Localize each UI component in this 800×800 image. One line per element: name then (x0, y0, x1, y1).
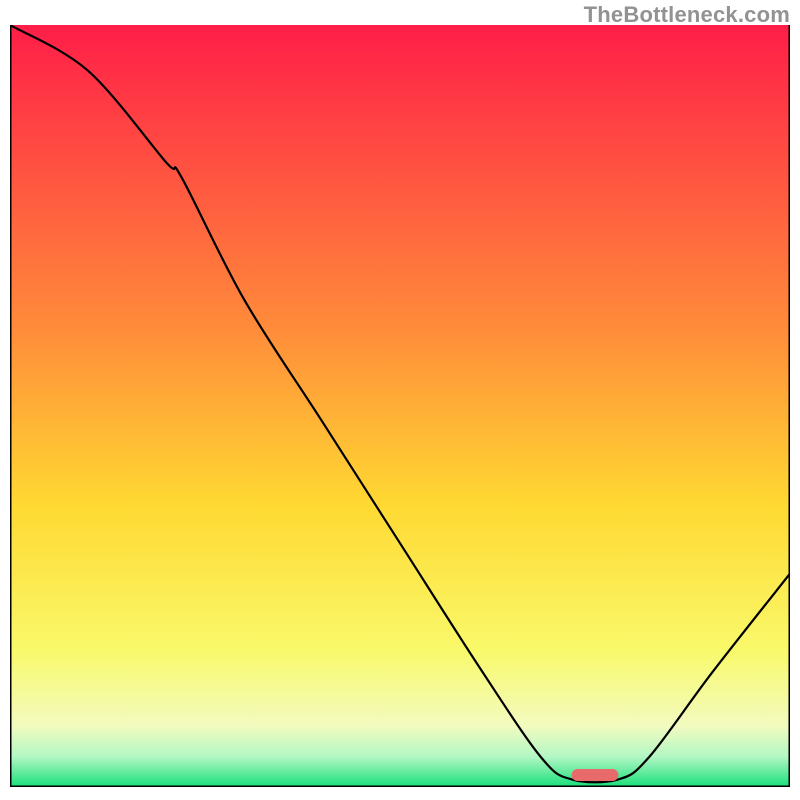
bottleneck-chart (10, 25, 790, 787)
chart-container: TheBottleneck.com (0, 0, 800, 800)
plot-background (10, 25, 790, 787)
target-zone-marker (572, 769, 619, 781)
